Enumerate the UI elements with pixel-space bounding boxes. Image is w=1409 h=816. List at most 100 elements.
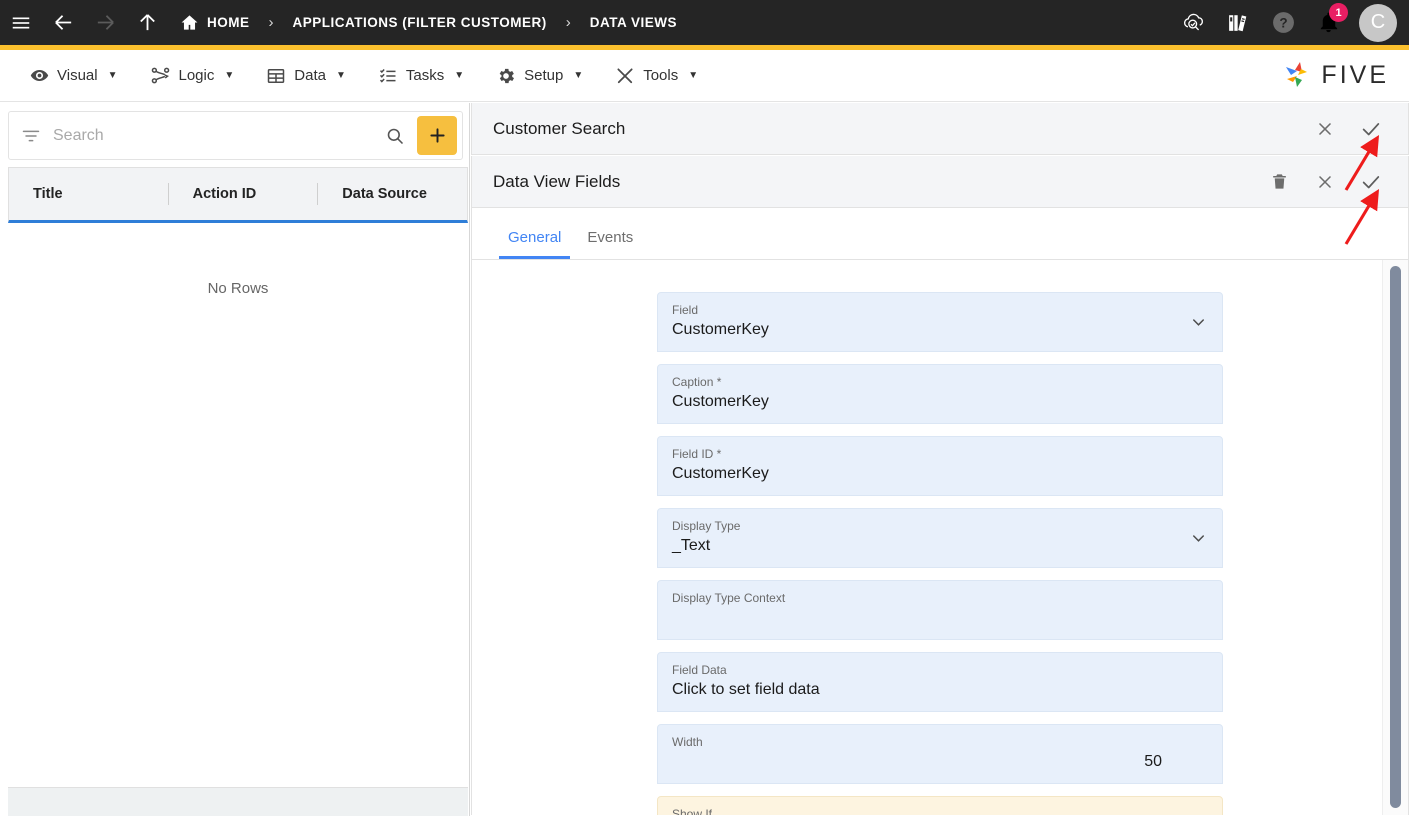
- field-row-caption[interactable]: Caption * CustomerKey: [657, 364, 1223, 424]
- menu-item-visual[interactable]: Visual ▼: [14, 50, 134, 102]
- menu-label-setup: Setup: [524, 67, 564, 84]
- five-logo: FIVE: [1280, 58, 1389, 92]
- hamburger-icon[interactable]: [0, 0, 42, 45]
- field-label: Field: [672, 303, 699, 317]
- list-table-header: Title Action ID Data Source: [8, 167, 468, 223]
- right-detail-panel: Customer Search Data View Fields General: [471, 103, 1409, 816]
- breadcrumb-item-data-views[interactable]: DATA VIEWS: [588, 0, 679, 45]
- arrow-up-icon[interactable]: [126, 0, 168, 45]
- arrow-right-icon[interactable]: [84, 0, 126, 45]
- help-icon[interactable]: ?: [1261, 0, 1306, 45]
- avatar[interactable]: C: [1359, 3, 1397, 42]
- vertical-scrollbar[interactable]: [1390, 266, 1401, 808]
- breadcrumb-item-home[interactable]: HOME: [178, 0, 252, 45]
- field-row-field-data[interactable]: Field Data Click to set field data: [657, 652, 1223, 712]
- topbar-actions: ? 1 C: [1171, 0, 1399, 45]
- menu-item-tasks[interactable]: Tasks ▼: [362, 50, 480, 102]
- add-button[interactable]: [417, 116, 457, 155]
- field-value: CustomerKey: [672, 465, 769, 482]
- breadcrumb-label-home: HOME: [207, 15, 250, 30]
- trash-icon[interactable]: [1256, 156, 1302, 208]
- field-form: Field CustomerKey Caption * CustomerKey …: [472, 260, 1408, 815]
- field-value: CustomerKey: [672, 393, 769, 410]
- column-header-data-source[interactable]: Data Source: [318, 186, 467, 202]
- breadcrumb-separator-1: ›: [268, 14, 274, 31]
- left-list-panel: Title Action ID Data Source No Rows: [0, 103, 470, 816]
- menu-item-data[interactable]: Data ▼: [250, 50, 362, 102]
- breadcrumb-label-data-views: DATA VIEWS: [589, 15, 677, 30]
- chevron-down-icon: ▼: [107, 70, 118, 81]
- close-icon[interactable]: [1302, 156, 1348, 208]
- search-bar: [8, 111, 463, 160]
- notification-badge: 1: [1329, 3, 1348, 22]
- chevron-down-icon: ▼: [224, 70, 235, 81]
- field-label: Width: [672, 735, 703, 749]
- chevron-down-icon: ▼: [573, 70, 584, 81]
- field-value: 50: [1144, 753, 1162, 770]
- search-icon[interactable]: [373, 126, 417, 146]
- logic-nodes-icon: [150, 65, 171, 86]
- field-value: _Text: [672, 537, 711, 554]
- field-label: Display Type Context: [672, 591, 786, 605]
- svg-text:?: ?: [1279, 16, 1287, 31]
- chevron-down-icon: ▼: [688, 70, 699, 81]
- field-label: Caption *: [672, 375, 722, 389]
- menu-label-tasks: Tasks: [405, 67, 445, 84]
- confirm-icon[interactable]: [1348, 103, 1394, 155]
- app-root: HOME › APPLICATIONS (FILTER CUSTOMER) › …: [0, 0, 1409, 816]
- chevron-down-icon[interactable]: [1189, 313, 1208, 332]
- chevron-down-icon[interactable]: [1189, 529, 1208, 548]
- home-icon: [180, 13, 199, 32]
- checklist-icon: [378, 66, 398, 86]
- menu-label-data: Data: [294, 67, 326, 84]
- field-value: [672, 606, 1208, 630]
- field-row-width[interactable]: Width 50: [657, 724, 1223, 784]
- menu-label-logic: Logic: [178, 67, 215, 84]
- menu-label-tools: Tools: [643, 67, 679, 84]
- list-footer: [8, 787, 468, 816]
- close-icon[interactable]: [1302, 103, 1348, 155]
- eye-icon: [30, 66, 49, 85]
- field-value: Click to set field data: [672, 681, 820, 698]
- five-logo-text: FIVE: [1321, 60, 1389, 89]
- wrench-screwdriver-icon: [615, 66, 635, 86]
- data-view-fields-card-header: Data View Fields: [471, 156, 1409, 208]
- menu-item-logic[interactable]: Logic ▼: [134, 50, 251, 102]
- bell-icon[interactable]: 1: [1306, 0, 1351, 45]
- books-icon[interactable]: [1216, 0, 1261, 45]
- customer-search-card-header: Customer Search: [471, 103, 1409, 155]
- menu-label-visual: Visual: [57, 67, 98, 84]
- column-header-title[interactable]: Title: [9, 186, 168, 202]
- chevron-down-icon: ▼: [454, 70, 465, 81]
- filter-icon[interactable]: [9, 126, 53, 146]
- field-label: Display Type: [672, 519, 741, 533]
- menu-item-setup[interactable]: Setup ▼: [480, 50, 599, 102]
- breadcrumb-label-applications: APPLICATIONS (FILTER CUSTOMER): [292, 15, 547, 30]
- tab-events[interactable]: Events: [574, 229, 646, 259]
- detail-tabs: General Events: [471, 208, 1409, 260]
- section-title: Data View Fields: [493, 171, 621, 191]
- chevron-down-icon: ▼: [335, 70, 346, 81]
- field-value: CustomerKey: [672, 321, 769, 338]
- cloud-search-icon[interactable]: [1171, 0, 1216, 45]
- field-label: Field ID *: [672, 447, 722, 461]
- field-label: Field Data: [672, 663, 727, 677]
- table-grid-icon: [266, 66, 286, 86]
- field-row-display-type[interactable]: Display Type _Text: [657, 508, 1223, 568]
- column-header-action-id[interactable]: Action ID: [169, 186, 318, 202]
- main-menu-bar: Visual ▼ Logic ▼ Data ▼ Tasks ▼ Setup ▼ …: [0, 50, 1409, 102]
- page-title: Customer Search: [493, 118, 626, 138]
- confirm-icon[interactable]: [1348, 156, 1394, 208]
- menu-item-tools[interactable]: Tools ▼: [599, 50, 714, 102]
- top-navigation-bar: HOME › APPLICATIONS (FILTER CUSTOMER) › …: [0, 0, 1409, 45]
- search-input[interactable]: [53, 126, 373, 145]
- breadcrumb-item-applications[interactable]: APPLICATIONS (FILTER CUSTOMER): [291, 0, 549, 45]
- field-label: Show If: [672, 807, 713, 815]
- field-row-show-if[interactable]: Show If false: [657, 796, 1223, 815]
- empty-state-message: No Rows: [8, 223, 468, 787]
- tab-general[interactable]: General: [495, 229, 574, 259]
- field-row-field[interactable]: Field CustomerKey: [657, 292, 1223, 352]
- field-row-display-type-context[interactable]: Display Type Context: [657, 580, 1223, 640]
- field-row-field-id[interactable]: Field ID * CustomerKey: [657, 436, 1223, 496]
- arrow-left-icon[interactable]: [42, 0, 84, 45]
